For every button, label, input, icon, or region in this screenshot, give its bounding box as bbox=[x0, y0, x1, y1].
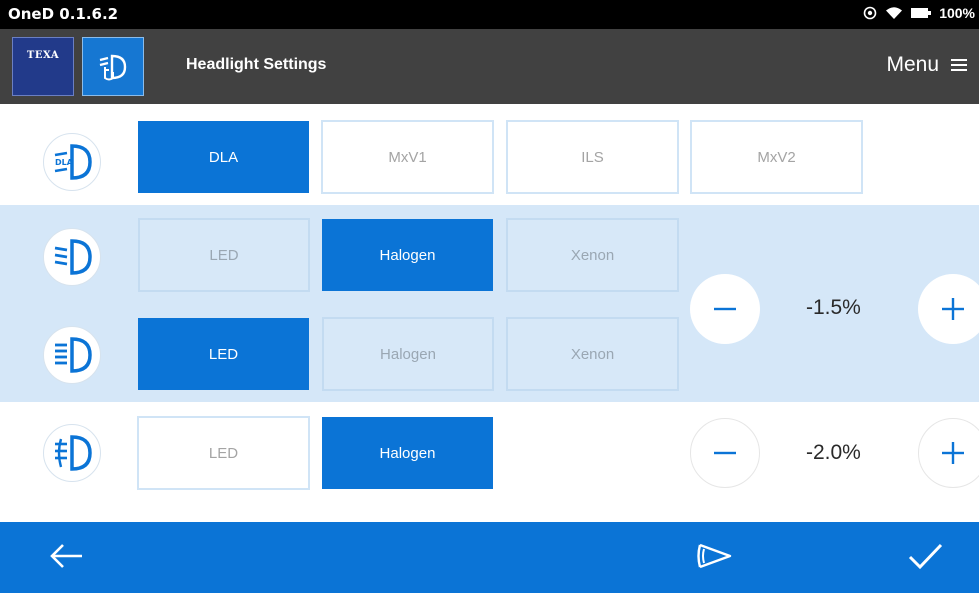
status-icons: 100% bbox=[863, 5, 975, 21]
page-title: Headlight Settings bbox=[186, 56, 327, 73]
minus-icon bbox=[714, 451, 736, 455]
logo-text: TEXA bbox=[26, 50, 60, 61]
status-bar: OneD 0.1.6.2 100% bbox=[0, 0, 979, 29]
row2-option-xenon[interactable]: Xenon bbox=[506, 218, 679, 292]
location-icon bbox=[863, 6, 877, 20]
row1-option-mxv2[interactable]: MxV2 bbox=[690, 120, 863, 194]
hamburger-icon bbox=[951, 59, 967, 71]
row3-option-xenon[interactable]: Xenon bbox=[506, 317, 679, 391]
confirm-button[interactable] bbox=[905, 536, 945, 581]
minus-icon bbox=[714, 307, 736, 311]
plus-icon bbox=[942, 298, 964, 320]
light-test-button[interactable] bbox=[694, 536, 738, 581]
row4-option-led[interactable]: LED bbox=[137, 416, 310, 490]
battery-level: 100% bbox=[939, 5, 975, 21]
lamp-beam-icon bbox=[697, 543, 732, 569]
menu-label: Menu bbox=[886, 53, 939, 76]
dla-headlight-icon: DLA bbox=[43, 133, 101, 191]
beam-adjust-value: -1.5% bbox=[806, 296, 861, 319]
low-beam-icon bbox=[43, 228, 101, 286]
row1-option-dla[interactable]: DLA bbox=[138, 121, 309, 193]
row1-option-ils[interactable]: ILS bbox=[506, 120, 679, 194]
decrease-button-beam[interactable] bbox=[690, 274, 760, 344]
svg-text:DLA: DLA bbox=[55, 158, 74, 167]
row4-option-halogen[interactable]: Halogen bbox=[322, 417, 493, 489]
headlight-app-button[interactable] bbox=[82, 37, 144, 96]
menu-button[interactable]: Menu bbox=[886, 53, 967, 77]
fog-light-icon bbox=[43, 424, 101, 482]
high-beam-icon bbox=[43, 326, 101, 384]
wifi-icon bbox=[886, 7, 903, 19]
decrease-button-fog[interactable] bbox=[690, 418, 760, 488]
increase-button-beam[interactable] bbox=[918, 274, 979, 344]
row3-option-led[interactable]: LED bbox=[138, 318, 309, 390]
battery-icon bbox=[911, 8, 932, 18]
arrow-left-icon bbox=[50, 544, 82, 568]
row2-option-led[interactable]: LED bbox=[138, 218, 310, 292]
increase-button-fog[interactable] bbox=[918, 418, 979, 488]
headlight-touch-icon bbox=[99, 54, 127, 81]
row3-option-halogen[interactable]: Halogen bbox=[322, 317, 494, 391]
row2-option-halogen[interactable]: Halogen bbox=[322, 219, 493, 291]
app-version: OneD 0.1.6.2 bbox=[8, 5, 119, 23]
row1-option-mxv1[interactable]: MxV1 bbox=[321, 120, 494, 194]
back-button[interactable] bbox=[46, 536, 86, 581]
checkmark-icon bbox=[908, 543, 943, 570]
plus-icon bbox=[942, 442, 964, 464]
texa-logo: TEXA bbox=[12, 37, 74, 96]
bottom-action-bar bbox=[0, 522, 979, 593]
fog-adjust-value: -2.0% bbox=[806, 441, 861, 464]
app-bar: TEXA Headlight Settings Menu bbox=[0, 29, 979, 104]
